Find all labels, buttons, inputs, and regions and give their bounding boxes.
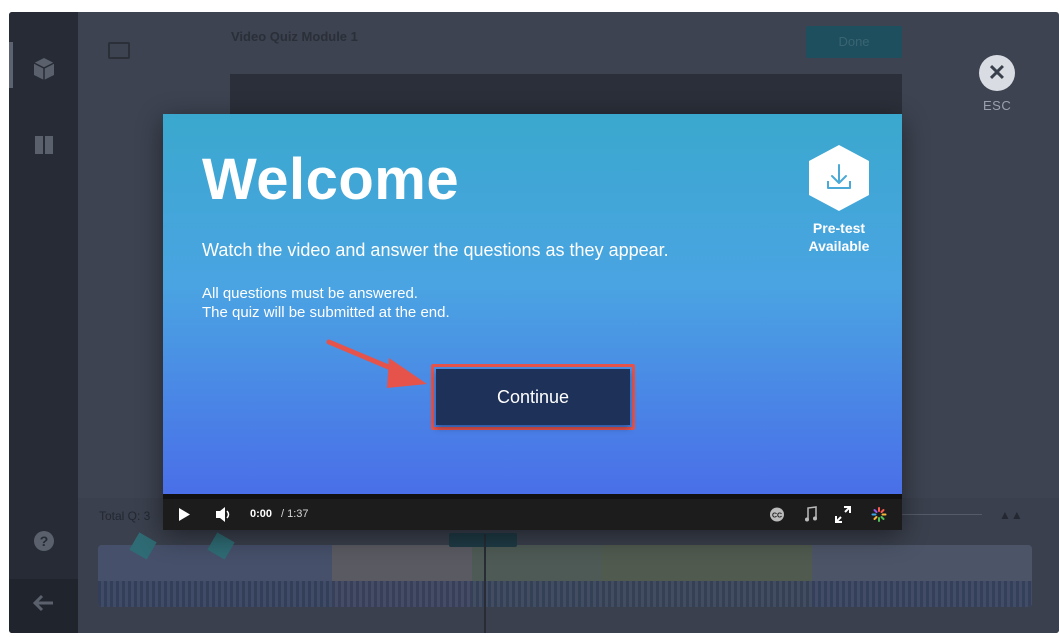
branding-logo-icon[interactable] (871, 499, 887, 530)
panel-toggle-icon[interactable] (108, 42, 130, 59)
continue-button[interactable]: Continue (436, 369, 630, 425)
total-time: / 1:37 (281, 508, 309, 520)
close-icon[interactable]: ✕ (979, 55, 1015, 91)
playhead-time-tag (449, 533, 517, 547)
back-arrow-icon[interactable] (9, 593, 78, 618)
note-line-1: All questions must be answered. (202, 285, 418, 302)
pretest-label-line1: Pre-test (812, 220, 866, 236)
current-time: 0:00 (250, 508, 273, 520)
audio-waveform (98, 581, 1032, 607)
music-note-icon[interactable] (804, 499, 818, 530)
welcome-panel: Welcome Watch the video and answer the q… (163, 114, 902, 494)
cube-icon[interactable] (9, 56, 78, 87)
total-questions-label: Total Q: 3 (99, 509, 151, 523)
help-icon[interactable]: ? (9, 530, 78, 557)
welcome-heading: Welcome (202, 147, 460, 212)
closed-captions-icon[interactable]: CC (769, 499, 785, 530)
video-controls: 0:00 / 1:37 CC (163, 499, 902, 530)
esc-label: ESC (983, 98, 1012, 113)
fullscreen-icon[interactable] (835, 499, 851, 530)
play-icon[interactable] (177, 499, 191, 530)
timeline-thumbnails[interactable] (98, 545, 1032, 607)
done-button[interactable]: Done (806, 26, 902, 58)
zoom-mountains-icon[interactable]: ▲▲ (999, 508, 1023, 522)
svg-text:CC: CC (772, 513, 782, 520)
playhead[interactable] (484, 534, 486, 633)
book-icon[interactable] (9, 134, 78, 161)
pretest-label-line2: Available (808, 238, 870, 254)
module-title: Video Quiz Module 1 (231, 29, 358, 44)
note-line-2: The quiz will be submitted at the end. (202, 304, 450, 321)
volume-icon[interactable] (215, 499, 233, 530)
welcome-modal: Welcome Watch the video and answer the q… (163, 114, 902, 530)
instruction-text: Watch the video and answer the questions… (202, 240, 669, 260)
left-sidebar: ? (9, 12, 78, 633)
zoom-slider[interactable] (902, 514, 982, 515)
download-hexagon-icon[interactable] (806, 143, 872, 213)
red-arrow-annotation (326, 339, 427, 388)
svg-text:?: ? (39, 533, 48, 549)
sidebar-footer (9, 579, 78, 633)
